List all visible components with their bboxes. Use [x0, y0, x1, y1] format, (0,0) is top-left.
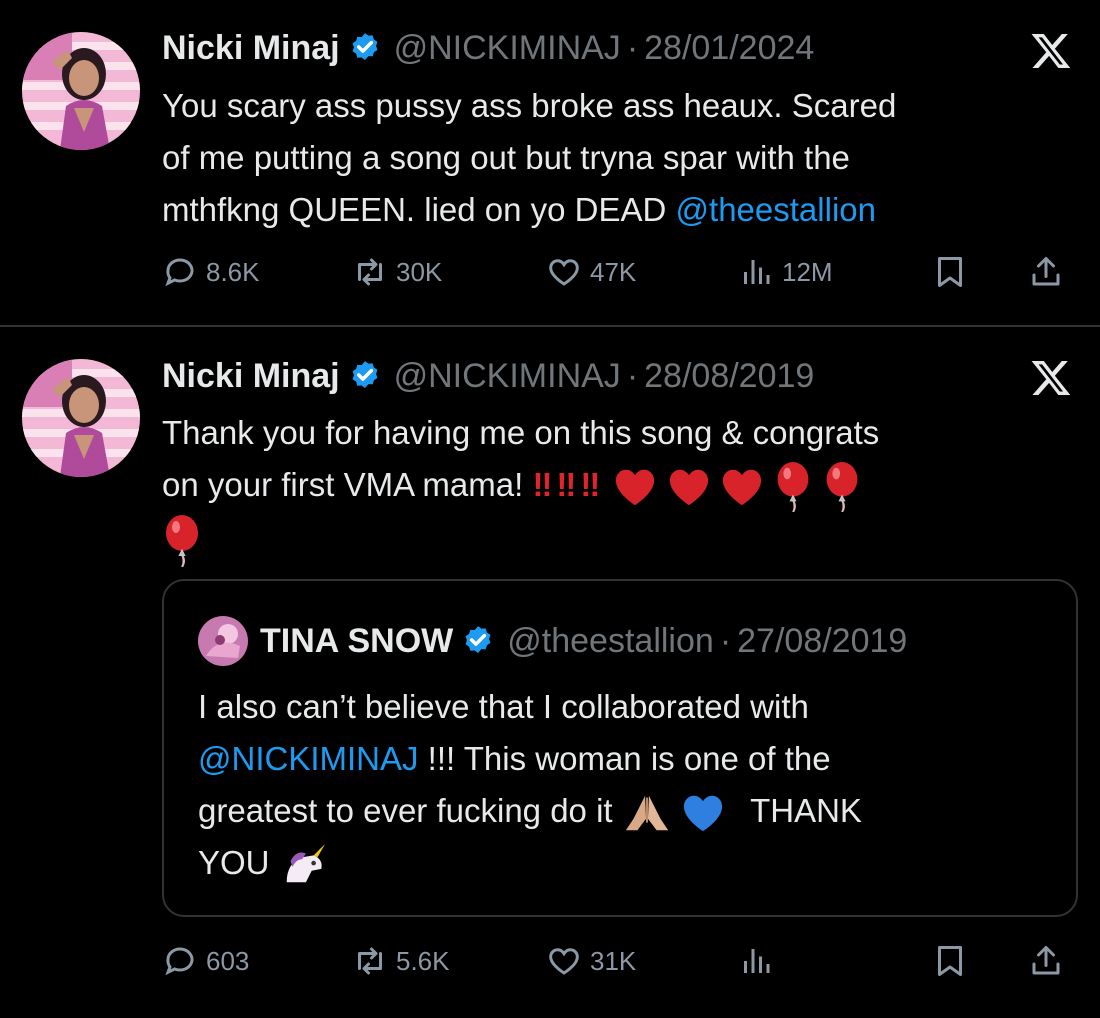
x-logo-icon	[1031, 34, 1071, 68]
views-icon	[744, 949, 770, 973]
reply-button[interactable]: 603	[162, 941, 249, 981]
repost-icon	[358, 258, 382, 286]
balloon-emoji	[826, 462, 858, 513]
tweet-text-line: You scary ass pussy ass broke ass heaux.…	[162, 87, 897, 124]
tweet-actions: 603 5.6K 31K	[162, 941, 1078, 981]
tweet-actions: 8.6K 30K 47K 12M	[162, 252, 1078, 292]
reply-button[interactable]: 8.6K	[162, 252, 260, 292]
tweet-text-segment: THANK	[750, 792, 862, 829]
balloon-emoji	[166, 514, 198, 567]
tweet-1[interactable]: Nicki Minaj @NICKIMINAJ · 28/01/2024 You…	[0, 0, 1100, 326]
repost-button[interactable]: 5.6K	[352, 941, 450, 981]
tweet-text-segment: on your first VMA mama!	[162, 466, 524, 503]
like-icon	[549, 948, 579, 975]
double-exclamation-emoji: ‼	[580, 466, 600, 503]
x-logo-icon	[1031, 361, 1071, 395]
author-avatar[interactable]	[22, 32, 140, 150]
author-name[interactable]: Nicki Minaj	[162, 357, 340, 396]
views-button[interactable]: 12M	[738, 252, 833, 292]
tweet-text-line: of me putting a song out but tryna spar …	[162, 139, 850, 176]
repost-count: 5.6K	[396, 945, 450, 976]
tweet-text-segment: mthfkng QUEEN. lied on yo DEAD	[162, 191, 676, 228]
views-count: 12M	[782, 256, 833, 287]
tweet-text-line: greatest to ever fucking do it THANK	[198, 785, 862, 837]
quoted-author-avatar[interactable]	[198, 616, 248, 666]
tweet-text-line	[162, 512, 879, 567]
verified-badge-icon	[352, 361, 378, 389]
like-count: 31K	[590, 945, 637, 976]
bookmark-icon	[938, 946, 962, 976]
verified-badge-icon	[465, 626, 491, 654]
mention-link[interactable]: @theestallion	[676, 191, 876, 228]
share-button[interactable]	[1028, 252, 1064, 292]
tweet-date[interactable]: 28/01/2024	[644, 29, 814, 68]
separator-dot: ·	[626, 28, 639, 67]
author-handle[interactable]: @NICKIMINAJ	[394, 357, 621, 396]
author-handle[interactable]: @NICKIMINAJ	[394, 29, 621, 68]
bookmark-button[interactable]	[932, 941, 968, 981]
bookmark-button[interactable]	[932, 252, 968, 292]
pray-emoji	[625, 795, 668, 831]
quoted-author-handle[interactable]: @theestallion	[507, 622, 714, 661]
separator-dot: ·	[719, 621, 732, 660]
tweet-text-line: mthfkng QUEEN. lied on yo DEAD @theestal…	[162, 184, 896, 236]
reply-count: 603	[206, 945, 250, 976]
heart-emoji	[669, 470, 708, 506]
quoted-author-name[interactable]: TINA SNOW	[260, 622, 453, 661]
share-icon	[1032, 946, 1060, 975]
blue-heart-emoji	[683, 796, 722, 832]
tweet-date[interactable]: 28/08/2019	[644, 357, 814, 396]
avatar-image	[198, 616, 248, 666]
quoted-tweet-date[interactable]: 27/08/2019	[737, 622, 907, 661]
repost-count: 30K	[396, 256, 443, 287]
share-button[interactable]	[1028, 941, 1064, 981]
quoted-tweet-header: TINA SNOW @theestallion · 27/08/2019	[198, 616, 907, 666]
tweet-text-line: @NICKIMINAJ !!! This woman is one of the	[198, 733, 862, 785]
tweet-header: Nicki Minaj @NICKIMINAJ · 28/08/2019	[162, 354, 814, 398]
like-button[interactable]: 31K	[546, 941, 636, 981]
double-exclamation-emoji: ‼	[556, 466, 576, 503]
quoted-tweet-text: I also can’t believe that I collaborated…	[198, 681, 862, 889]
repost-button[interactable]: 30K	[352, 252, 442, 292]
tweet-text: Thank you for having me on this song & c…	[162, 407, 879, 567]
verified-badge-icon	[352, 33, 378, 61]
tweet-text-segment: YOU	[198, 844, 270, 881]
tweet-text-segment: !!! This woman is one of the	[418, 740, 831, 777]
views-button[interactable]	[738, 941, 782, 981]
double-exclamation-emoji: ‼	[532, 466, 552, 503]
tweet-text-line: Thank you for having me on this song & c…	[162, 414, 880, 451]
tweet-text-segment: greatest to ever fucking do it	[198, 792, 613, 829]
balloon-emoji	[777, 462, 809, 513]
separator-dot: ·	[626, 356, 639, 395]
like-icon	[549, 259, 579, 286]
tweet-header: Nicki Minaj @NICKIMINAJ · 28/01/2024	[162, 26, 814, 70]
share-icon	[1032, 257, 1060, 286]
heart-emoji	[616, 470, 655, 506]
like-count: 47K	[590, 256, 637, 287]
tweet-text-line: I also can’t believe that I collaborated…	[198, 688, 809, 725]
tweet-text-line: on your first VMA mama! ‼ ‼ ‼	[162, 459, 879, 513]
bookmark-icon	[938, 257, 962, 287]
author-avatar[interactable]	[22, 359, 140, 477]
unicorn-emoji	[286, 844, 325, 883]
repost-icon	[358, 947, 382, 975]
like-button[interactable]: 47K	[546, 252, 636, 292]
avatar-image	[22, 32, 140, 150]
heart-emoji	[722, 470, 761, 506]
views-icon	[744, 260, 770, 284]
avatar-image	[22, 359, 140, 477]
tweet-2[interactable]: Nicki Minaj @NICKIMINAJ · 28/08/2019 Tha…	[0, 327, 1100, 1018]
reply-count: 8.6K	[206, 256, 260, 287]
tweet-text-line: YOU	[198, 837, 862, 889]
quoted-tweet[interactable]: TINA SNOW @theestallion · 27/08/2019 I a…	[162, 579, 1078, 917]
mention-link[interactable]: @NICKIMINAJ	[198, 740, 419, 777]
reply-icon	[165, 258, 194, 287]
reply-icon	[165, 947, 194, 976]
author-name[interactable]: Nicki Minaj	[162, 29, 340, 68]
tweet-text: You scary ass pussy ass broke ass heaux.…	[162, 80, 896, 236]
